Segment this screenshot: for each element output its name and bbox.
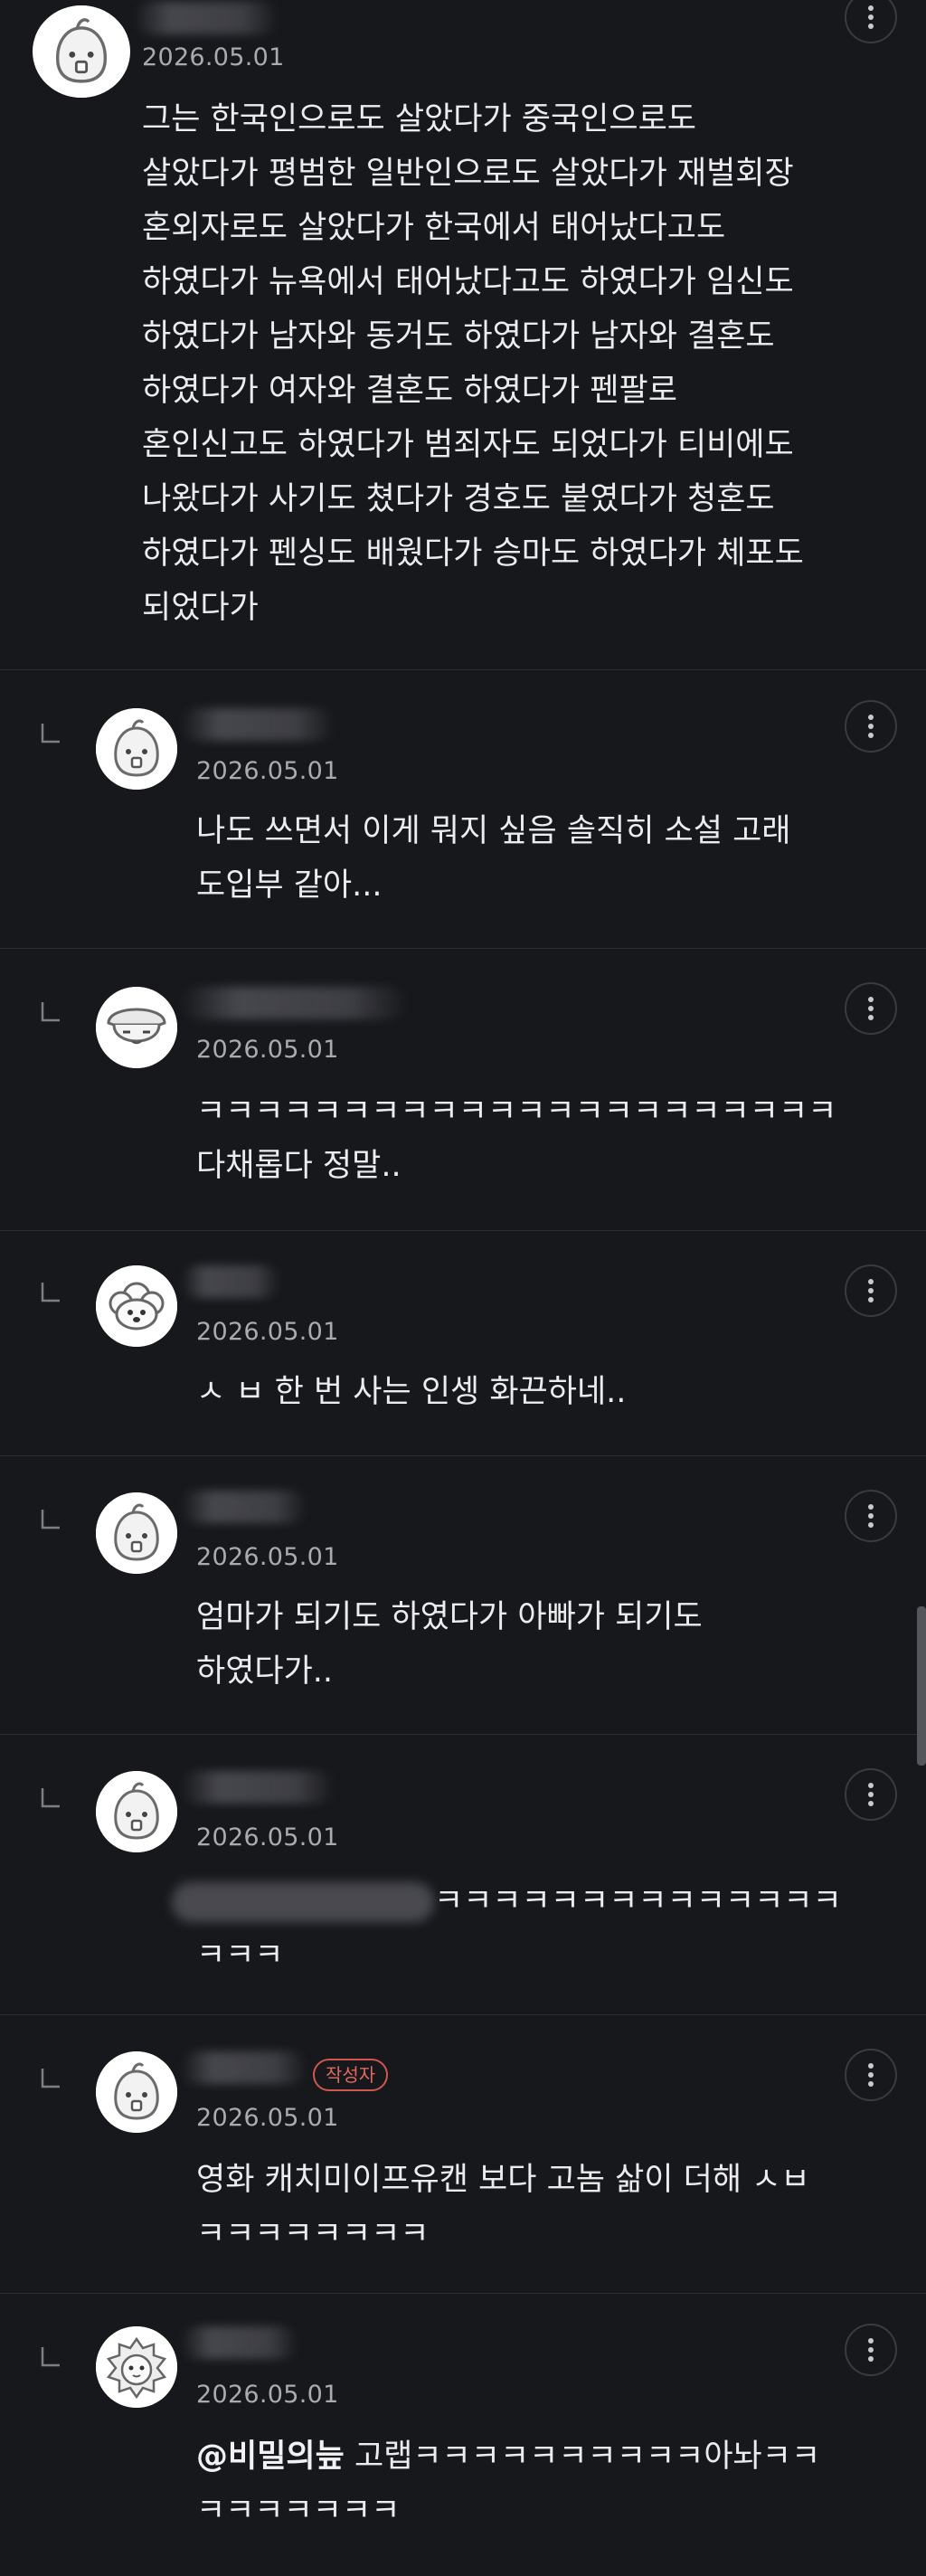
- comment-item: 2026.05.01 그는 한국인으로도 살았다가 중국인으로도 살았다가 평범…: [0, 0, 926, 670]
- reply-arrow-icon: [40, 1787, 61, 1809]
- avatar[interactable]: [96, 1771, 177, 1852]
- comment-text: 영화 캐치미이프유캔 보다 고놈 삶이 더해 ㅅㅂ ㅋㅋㅋㅋㅋㅋㅋㅋ: [196, 2162, 810, 2252]
- profile-character-icon: [96, 1492, 177, 1574]
- more-options-button[interactable]: [845, 1264, 897, 1317]
- avatar[interactable]: [33, 5, 130, 98]
- comment-text: ㅋㅋㅋㅋㅋㅋㅋㅋㅋㅋㅋㅋㅋㅋ ㅋㅋㅋ: [172, 1874, 877, 1983]
- more-options-button[interactable]: [845, 1490, 897, 1542]
- profile-character-icon: [33, 5, 130, 98]
- more-vertical-icon: [867, 2338, 874, 2362]
- more-options-button[interactable]: [845, 700, 897, 753]
- blurred-author-name: [134, 2, 279, 34]
- comment-text: 엄마가 되기도 하였다가 아빠가 되기도 하였다가..: [196, 1599, 703, 1690]
- reply-arrow-icon: [40, 2346, 61, 2368]
- profile-character-icon: [96, 2326, 177, 2408]
- more-vertical-icon: [867, 997, 874, 1020]
- scrollbar[interactable]: [917, 1606, 926, 1766]
- blurred-mention: [172, 1882, 434, 1922]
- comment-text: @비밀의늪 고랩ㅋㅋㅋㅋㅋㅋㅋㅋㅋㅋ아놔ㅋㅋ ㅋㅋㅋㅋㅋㅋㅋ: [196, 2429, 902, 2538]
- comment-text-line2: ㅋㅋㅋ: [196, 1937, 284, 1974]
- more-vertical-icon: [867, 1279, 874, 1302]
- reply-item: 작성자 2026.05.01 영화 캐치미이프유캔 보다 고놈 삶이 더해 ㅅㅂ…: [0, 2015, 926, 2294]
- comment-date: 2026.05.01: [196, 1036, 339, 1064]
- comment-date: 2026.05.01: [142, 43, 285, 71]
- profile-character-icon: [96, 2051, 177, 2133]
- reply-arrow-icon: [40, 1282, 61, 1303]
- avatar[interactable]: [96, 987, 177, 1068]
- reply-arrow-icon: [40, 723, 61, 744]
- comment-text: ㅅ ㅂ 한 번 사는 인셍 화끈하네..: [196, 1374, 627, 1410]
- reply-arrow-icon: [40, 1001, 61, 1023]
- profile-character-icon: [96, 1265, 177, 1347]
- blurred-author-name: [181, 2051, 307, 2084]
- comment-date: 2026.05.01: [196, 757, 339, 785]
- more-vertical-icon: [867, 715, 874, 738]
- more-options-button[interactable]: [845, 2324, 897, 2376]
- reply-item: 2026.05.01 ㅋㅋㅋㅋㅋㅋㅋㅋㅋㅋㅋㅋㅋㅋ ㅋㅋㅋ: [0, 1735, 926, 2015]
- comment-date: 2026.05.01: [196, 2104, 339, 2132]
- reply-arrow-icon: [40, 1509, 61, 1530]
- more-options-button[interactable]: [845, 0, 897, 43]
- blurred-author-name: [181, 1491, 307, 1523]
- avatar[interactable]: [96, 1265, 177, 1347]
- more-vertical-icon: [867, 2063, 874, 2087]
- comment-text-line1: 고랩ㅋㅋㅋㅋㅋㅋㅋㅋㅋㅋ아놔ㅋㅋ: [344, 2439, 821, 2475]
- more-options-button[interactable]: [845, 982, 897, 1035]
- reply-arrow-icon: [40, 2068, 61, 2089]
- mention-link[interactable]: @비밀의늪: [196, 2439, 345, 2475]
- more-options-button[interactable]: [845, 1768, 897, 1821]
- blurred-author-name: [181, 708, 335, 741]
- comment-text-line2: ㅋㅋㅋㅋㅋㅋㅋ: [196, 2493, 401, 2529]
- avatar[interactable]: [96, 2326, 177, 2408]
- comment-date: 2026.05.01: [196, 2381, 339, 2409]
- more-vertical-icon: [867, 5, 874, 29]
- avatar[interactable]: [96, 2051, 177, 2133]
- comment-date: 2026.05.01: [196, 1543, 339, 1571]
- comment-date: 2026.05.01: [196, 1823, 339, 1852]
- reply-item: 2026.05.01 나도 쓰면서 이게 뭐지 싶음 솔직히 소설 고래 도입부…: [0, 670, 926, 949]
- comment-text: 그는 한국인으로도 살았다가 중국인으로도 살았다가 평범한 일반인으로도 살았…: [142, 101, 804, 626]
- more-vertical-icon: [867, 1504, 874, 1528]
- reply-item: 2026.05.01 ㅅ ㅂ 한 번 사는 인셍 화끈하네..: [0, 1231, 926, 1456]
- profile-character-icon: [96, 987, 177, 1068]
- profile-character-icon: [96, 708, 177, 790]
- more-options-button[interactable]: [845, 2049, 897, 2101]
- reply-item: 2026.05.01 @비밀의늪 고랩ㅋㅋㅋㅋㅋㅋㅋㅋㅋㅋ아놔ㅋㅋ ㅋㅋㅋㅋㅋㅋ…: [0, 2294, 926, 2576]
- blurred-author-name: [181, 1265, 280, 1298]
- comment-text-line1: ㅋㅋㅋㅋㅋㅋㅋㅋㅋㅋㅋㅋㅋㅋ: [434, 1883, 842, 1919]
- blurred-author-name: [181, 1771, 335, 1804]
- comment-text: 나도 쓰면서 이게 뭐지 싶음 솔직히 소설 고래 도입부 같아...: [196, 813, 791, 904]
- reply-item: 2026.05.01 엄마가 되기도 하였다가 아빠가 되기도 하였다가..: [0, 1456, 926, 1735]
- more-vertical-icon: [867, 1783, 874, 1806]
- avatar[interactable]: [96, 708, 177, 790]
- reply-item: 2026.05.01 ㅋㅋㅋㅋㅋㅋㅋㅋㅋㅋㅋㅋㅋㅋㅋㅋㅋㅋㅋㅋㅋㅋ 다채롭다 정…: [0, 949, 926, 1231]
- comment-text: ㅋㅋㅋㅋㅋㅋㅋㅋㅋㅋㅋㅋㅋㅋㅋㅋㅋㅋㅋㅋㅋㅋ 다채롭다 정말..: [196, 1094, 837, 1184]
- profile-character-icon: [96, 1771, 177, 1852]
- author-badge: 작성자: [313, 2059, 389, 2091]
- blurred-author-name: [181, 987, 407, 1019]
- blurred-author-name: [181, 2326, 298, 2359]
- avatar[interactable]: [96, 1492, 177, 1574]
- comment-date: 2026.05.01: [196, 1318, 339, 1346]
